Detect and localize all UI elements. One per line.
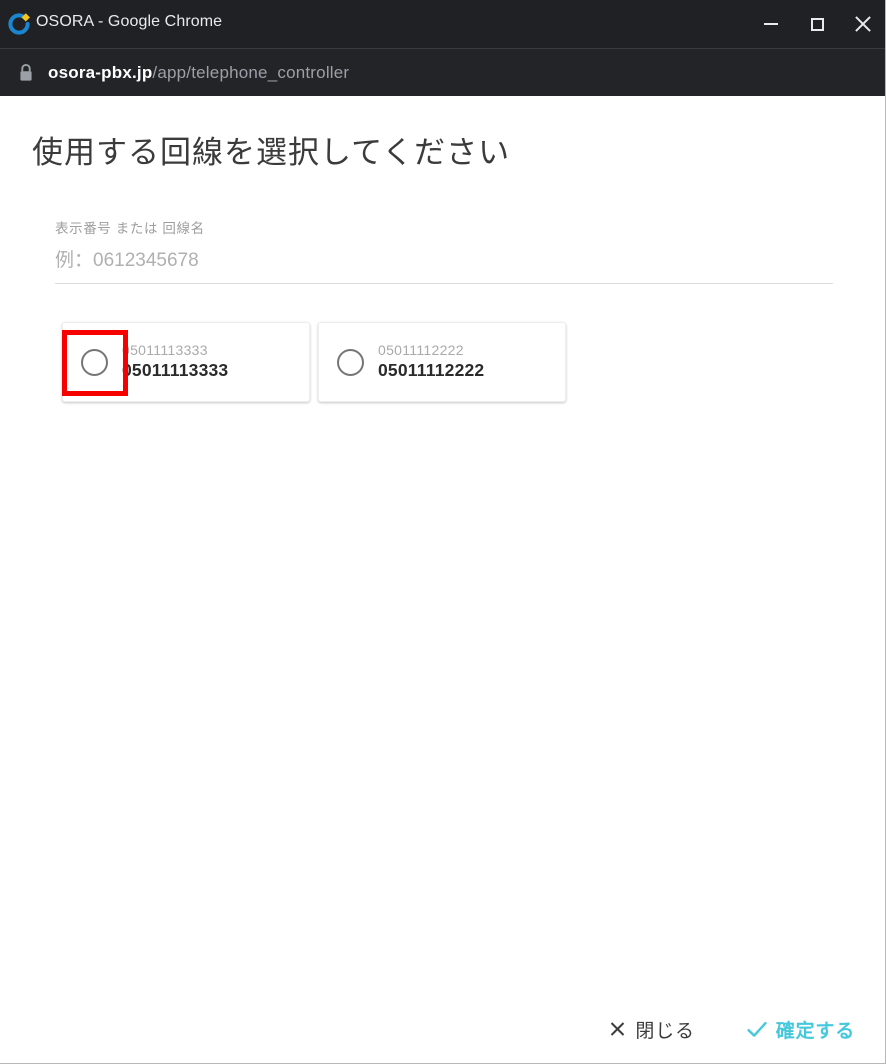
page-title: 使用する回線を選択してください bbox=[32, 135, 511, 170]
page-content: 使用する回線を選択してください 表示番号 または 回線名 05011113333… bbox=[0, 96, 885, 1063]
lock-icon bbox=[20, 63, 32, 81]
window-minimize-button[interactable] bbox=[748, 0, 794, 48]
x-icon bbox=[609, 1021, 626, 1038]
line-card-texts: 05011113333 05011113333 bbox=[122, 342, 228, 382]
confirm-button[interactable]: 確定する bbox=[741, 1012, 861, 1047]
confirm-label: 確定する bbox=[775, 1021, 855, 1042]
line-filter-label: 表示番号 または 回線名 bbox=[55, 221, 205, 236]
window-close-button[interactable] bbox=[840, 0, 885, 48]
line-card-main-label: 05011113333 bbox=[122, 360, 229, 380]
url-text: osora-pbx.jp/app/telephone_controller bbox=[48, 61, 349, 85]
chrome-app-window: OSORA - Google Chrome osora-pbx.jp/app/t… bbox=[0, 0, 886, 1064]
line-card-list: 05011113333 05011113333 05011112222 0501… bbox=[62, 322, 566, 402]
osora-logo-icon bbox=[8, 13, 30, 35]
check-icon bbox=[747, 1021, 767, 1038]
line-card-sub-label: 05011113333 bbox=[122, 342, 208, 358]
line-card-option-1[interactable]: 05011113333 05011113333 bbox=[62, 322, 310, 402]
title-bar: OSORA - Google Chrome bbox=[0, 0, 885, 48]
address-bar[interactable]: osora-pbx.jp/app/telephone_controller bbox=[0, 48, 885, 97]
close-icon bbox=[853, 14, 873, 34]
window-title: OSORA - Google Chrome bbox=[36, 13, 223, 30]
radio-button-icon[interactable] bbox=[81, 348, 108, 376]
close-dialog-label: 閉じる bbox=[635, 1021, 695, 1042]
line-filter-input[interactable] bbox=[55, 250, 833, 284]
minimize-icon bbox=[764, 23, 778, 25]
line-card-texts: 05011112222 05011112222 bbox=[378, 342, 484, 382]
url-domain: osora-pbx.jp bbox=[48, 63, 153, 82]
maximize-icon bbox=[810, 17, 824, 31]
line-filter-field: 表示番号 または 回線名 bbox=[55, 220, 833, 284]
window-maximize-button[interactable] bbox=[794, 0, 840, 48]
close-dialog-button[interactable]: 閉じる bbox=[603, 1012, 700, 1047]
line-card-option-2[interactable]: 05011112222 05011112222 bbox=[318, 322, 566, 402]
radio-button-icon[interactable] bbox=[337, 348, 364, 376]
url-path: /app/telephone_controller bbox=[152, 63, 350, 82]
line-card-main-label: 05011112222 bbox=[378, 360, 485, 380]
line-card-sub-label: 05011112222 bbox=[378, 342, 464, 358]
footer-actions: 閉じる 確定する bbox=[603, 1012, 861, 1047]
